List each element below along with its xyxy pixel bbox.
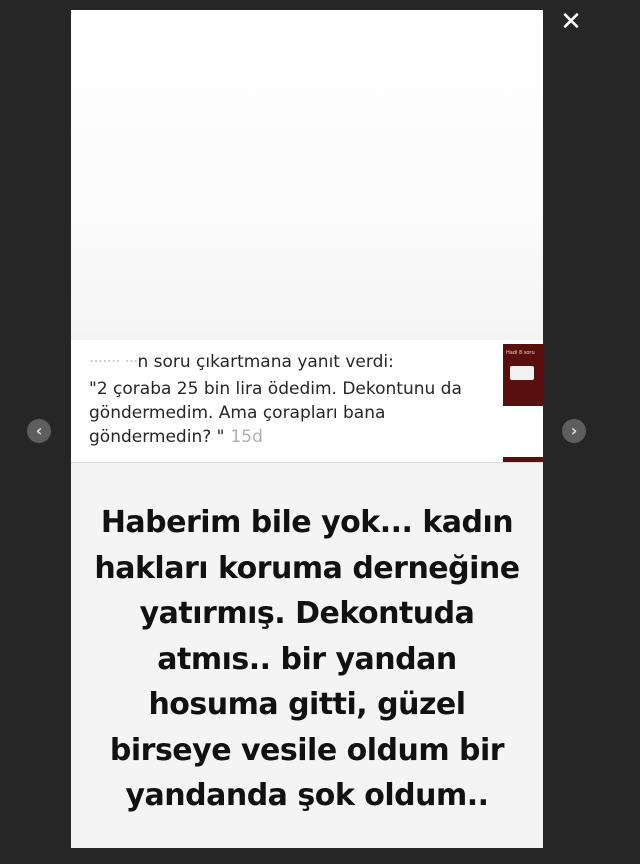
caption-line: atmıs.. bir yandan (157, 641, 457, 677)
caption-line: hakları koruma derneğine (94, 550, 520, 586)
caption-line: yandanda şok oldum.. (125, 778, 489, 813)
divider (71, 462, 543, 463)
thumbnail-sticker (510, 366, 534, 380)
reply-header: ······· ···n soru çıkartmana yanıt verdi… (89, 352, 489, 372)
caption-line: Haberim bile yok... kadın (100, 505, 514, 540)
chevron-right-icon[interactable]: › (562, 419, 586, 443)
story-caption: Haberim bile yok... kadın hakları koruma… (71, 500, 543, 819)
reply-quote-text: "2 çoraba 25 bin lira ödedim. Dekontunu … (89, 379, 462, 447)
story-frame[interactable]: ······· ···n soru çıkartmana yanıt verdi… (71, 10, 543, 848)
blurred-username: ······· ··· (89, 352, 138, 372)
thumbnail-label: Hadi 8 soru (506, 350, 535, 356)
caption-line: hosuma gitti, güzel (148, 687, 466, 722)
caption-line: yatırmış. Dekontuda (139, 596, 475, 631)
story-blank-area (71, 10, 543, 345)
reply-header-text: n soru çıkartmana yanıt verdi: (137, 352, 394, 372)
close-icon[interactable]: ✕ (557, 8, 585, 36)
story-thumbnail[interactable]: Hadi 8 soru (503, 344, 543, 406)
question-reply-card: ······· ···n soru çıkartmana yanıt verdi… (71, 340, 543, 462)
caption-line: birseye vesile oldum bir (109, 732, 505, 768)
chevron-left-icon[interactable]: ‹ (27, 419, 51, 443)
reply-timestamp: 15d (230, 427, 263, 447)
reply-quote: "2 çoraba 25 bin lira ödedim. Dekontunu … (89, 377, 499, 449)
